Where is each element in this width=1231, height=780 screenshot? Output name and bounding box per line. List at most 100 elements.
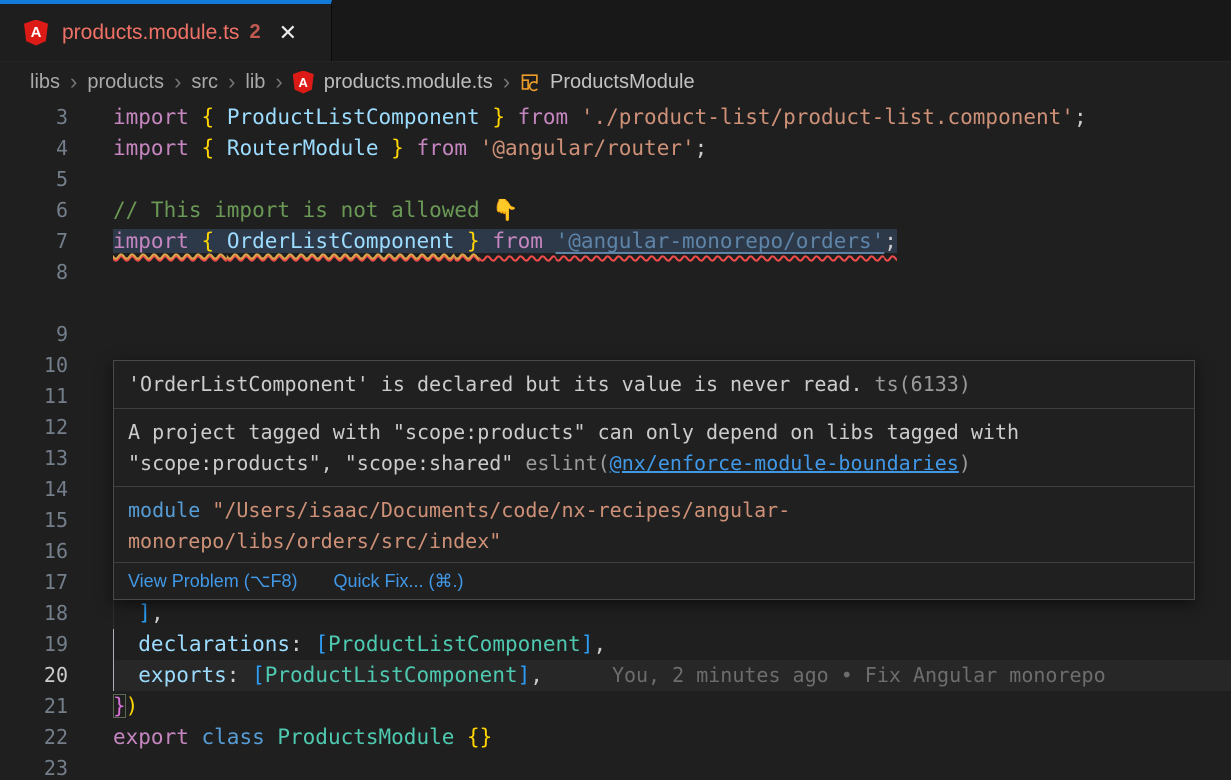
line-number[interactable]: 15 bbox=[0, 505, 113, 536]
code-line-content[interactable] bbox=[113, 753, 1231, 780]
module-path-line2: monorepo/libs/orders/src/index" bbox=[128, 526, 1180, 557]
code-token: ProductListComponent bbox=[227, 105, 480, 129]
breadcrumb-item-file[interactable]: products.module.ts bbox=[324, 71, 493, 94]
hover-eslint-diagnostic: A project tagged with "scope:products" c… bbox=[114, 408, 1194, 486]
code-line-content[interactable]: // This import is not allowed 👇 bbox=[113, 195, 1231, 226]
line-number[interactable]: 20 bbox=[0, 660, 113, 691]
code-token: ] bbox=[581, 632, 594, 656]
code-line-content[interactable]: }) bbox=[113, 691, 1231, 722]
code-token: import bbox=[113, 105, 202, 129]
line-number[interactable]: 3 bbox=[0, 102, 113, 133]
code-token: exports bbox=[113, 663, 227, 687]
code-line-content[interactable] bbox=[113, 319, 1231, 350]
line-number[interactable]: 13 bbox=[0, 443, 113, 474]
eslint-source-suffix: ) bbox=[959, 451, 971, 475]
code-line-20: 20 exports: [ProductListComponent],You, … bbox=[0, 660, 1231, 691]
code-token: class bbox=[202, 725, 278, 749]
module-keyword: module bbox=[128, 498, 200, 522]
indent-guide bbox=[113, 598, 114, 629]
tab-products-module-ts[interactable]: A products.module.ts 2 ✕ bbox=[0, 0, 332, 61]
code-token: { bbox=[202, 136, 227, 160]
line-number[interactable]: 19 bbox=[0, 629, 113, 660]
code-token: : bbox=[227, 663, 252, 687]
line-number[interactable]: 5 bbox=[0, 164, 113, 195]
line-number[interactable]: 12 bbox=[0, 412, 113, 443]
code-line-22: 22export class ProductsModule {} bbox=[0, 722, 1231, 753]
indent-guide bbox=[113, 629, 114, 660]
line-number[interactable]: 7 bbox=[0, 226, 113, 257]
quick-fix-button[interactable]: Quick Fix... (⌘.) bbox=[333, 571, 463, 592]
code-line-7: 7import { OrderListComponent } from '@an… bbox=[0, 226, 1231, 257]
line-number[interactable]: 21 bbox=[0, 691, 113, 722]
code-editor[interactable]: 3import { ProductListComponent } from '.… bbox=[0, 102, 1231, 780]
code-line-3: 3import { ProductListComponent } from '.… bbox=[0, 102, 1231, 133]
breadcrumb-item-symbol[interactable]: ProductsModule bbox=[550, 71, 695, 94]
code-token: from bbox=[505, 105, 581, 129]
code-token: RouterModule bbox=[227, 136, 379, 160]
line-number[interactable]: 9 bbox=[0, 319, 113, 350]
warning-squiggle-range: import { OrderListComponent } bbox=[113, 229, 480, 253]
code-token: , bbox=[151, 601, 164, 625]
code-line-content[interactable]: ], bbox=[113, 598, 1231, 629]
code-token: } bbox=[454, 229, 479, 253]
code-token: './product-list/product-list.component' bbox=[581, 105, 1074, 129]
hover-ts-diagnostic: 'OrderListComponent' is declared but its… bbox=[114, 361, 1194, 408]
code-token: import bbox=[113, 229, 202, 253]
chevron-right-icon: › bbox=[70, 69, 77, 95]
indent-guide bbox=[113, 660, 114, 691]
line-number[interactable] bbox=[0, 288, 113, 319]
code-token: {} bbox=[467, 725, 492, 749]
code-line-content[interactable]: import { OrderListComponent } from '@ang… bbox=[113, 226, 1231, 257]
problems-count-badge: 2 bbox=[249, 21, 260, 44]
line-number[interactable]: 6 bbox=[0, 195, 113, 226]
breadcrumb-item-libs[interactable]: libs bbox=[30, 71, 60, 94]
line-number[interactable]: 18 bbox=[0, 598, 113, 629]
code-token: import bbox=[113, 136, 202, 160]
angular-icon: A bbox=[293, 71, 314, 94]
line-number[interactable]: 4 bbox=[0, 133, 113, 164]
line-number[interactable]: 10 bbox=[0, 350, 113, 381]
line-number[interactable]: 23 bbox=[0, 753, 113, 780]
line-number[interactable]: 11 bbox=[0, 381, 113, 412]
breadcrumb-item-lib[interactable]: lib bbox=[245, 71, 265, 94]
line-number[interactable]: 17 bbox=[0, 567, 113, 598]
code-line-content[interactable]: declarations: [ProductListComponent], bbox=[113, 629, 1231, 660]
code-token: ] bbox=[113, 601, 151, 625]
view-problem-button[interactable]: View Problem (⌥F8) bbox=[128, 571, 297, 592]
code-line-content[interactable]: import { ProductListComponent } from './… bbox=[113, 102, 1231, 133]
code-line-content[interactable]: exports: [ProductListComponent],You, 2 m… bbox=[113, 660, 1231, 691]
line-number[interactable]: 14 bbox=[0, 474, 113, 505]
eslint-rule-link[interactable]: @nx/enforce-module-boundaries bbox=[610, 451, 959, 475]
breadcrumb-item-products[interactable]: products bbox=[87, 71, 164, 94]
code-line-content[interactable]: export class ProductsModule {} bbox=[113, 722, 1231, 753]
code-line-9: 9 bbox=[0, 319, 1231, 350]
line-number[interactable]: 8 bbox=[0, 257, 113, 288]
eslint-message-line2: "scope:products", "scope:shared" bbox=[128, 451, 525, 475]
code-line-content[interactable] bbox=[113, 164, 1231, 195]
code-line-content[interactable] bbox=[113, 288, 1231, 319]
code-line-content[interactable] bbox=[113, 257, 1231, 288]
code-token: ProductListComponent bbox=[328, 632, 581, 656]
line-number[interactable]: 16 bbox=[0, 536, 113, 567]
code-token: , bbox=[594, 632, 607, 656]
line-number[interactable]: 22 bbox=[0, 722, 113, 753]
error-hover-popup: 'OrderListComponent' is declared but its… bbox=[113, 360, 1195, 600]
eslint-source-prefix: eslint( bbox=[525, 451, 609, 475]
code-token: OrderListComponent bbox=[227, 229, 455, 253]
code-line-18: 18 ], bbox=[0, 598, 1231, 629]
code-line-content[interactable]: import { RouterModule } from '@angular/r… bbox=[113, 133, 1231, 164]
code-token: '@angular/router' bbox=[480, 136, 695, 160]
code-token: ] bbox=[518, 663, 531, 687]
code-token: from bbox=[404, 136, 480, 160]
chevron-right-icon: › bbox=[275, 69, 282, 95]
code-line-19: 19 declarations: [ProductListComponent], bbox=[0, 629, 1231, 660]
code-token: // This import is not allowed 👇 bbox=[113, 198, 518, 222]
hover-actions: View Problem (⌥F8) Quick Fix... (⌘.) bbox=[114, 562, 1194, 599]
code-line-23: 23 bbox=[0, 753, 1231, 780]
module-path-line1: "/Users/isaac/Documents/code/nx-recipes/… bbox=[200, 498, 790, 522]
close-icon[interactable]: ✕ bbox=[279, 22, 297, 44]
breadcrumb-item-src[interactable]: src bbox=[191, 71, 218, 94]
eslint-message-line1: A project tagged with "scope:products" c… bbox=[128, 417, 1180, 448]
code-line-6: 6// This import is not allowed 👇 bbox=[0, 195, 1231, 226]
code-token: } bbox=[480, 105, 505, 129]
